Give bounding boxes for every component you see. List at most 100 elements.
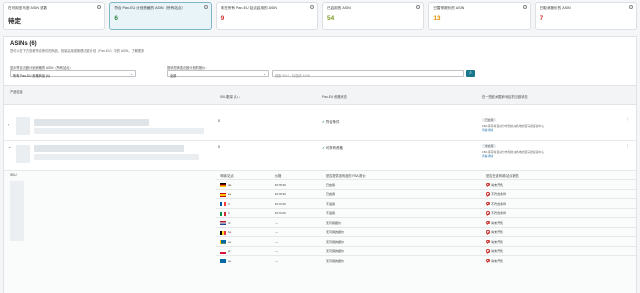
info-icon[interactable] bbox=[309, 5, 314, 9]
metric-card-cancelled[interactable]: 已取消报价的 ASIN 7 bbox=[534, 2, 637, 30]
more-icon[interactable]: ⋮ bbox=[626, 118, 630, 122]
market-row[interactable]: se — 无可用的报价 尚未开售 bbox=[216, 236, 636, 246]
col-sku-count[interactable]: SKU数量 (1) ↓ bbox=[220, 94, 240, 99]
metric-value: 54 bbox=[326, 15, 335, 22]
eligibility-status-label: 符合条件 bbox=[325, 120, 340, 124]
table-header: 产品信息 SKU数量 (1) ↓ Pan-EU 资格状态 在一些欧洲国家/地区的… bbox=[4, 85, 636, 105]
page-subtitle: 您可以在下方查看符合条件的商品，批量启用或管理泛欧计划（Pan-EU）中的 AS… bbox=[10, 49, 145, 53]
info-icon[interactable] bbox=[97, 5, 102, 9]
market-price: — bbox=[275, 249, 278, 253]
market-buyable: 尚未开售 bbox=[486, 249, 503, 253]
not-allowed-icon bbox=[486, 192, 490, 196]
market-prep: 不适用 bbox=[326, 211, 336, 215]
metric-card-total[interactable]: 在可用亚马逊 ASIN 总数 待定 bbox=[3, 2, 106, 30]
table-row[interactable]: ⌄ 0 ✓可享有资格 未启用 FBA 库存将自动分布到欧洲各地的亚马逊运营中心 … bbox=[4, 141, 636, 171]
flag-pl-icon bbox=[220, 249, 226, 254]
market-code: de bbox=[228, 182, 232, 187]
info-icon[interactable] bbox=[416, 5, 421, 9]
not-allowed-icon bbox=[486, 201, 490, 206]
info-icon[interactable] bbox=[203, 5, 208, 9]
market-price: €178.99 bbox=[275, 182, 286, 187]
product-title-redacted bbox=[34, 119, 149, 126]
market-code: pl bbox=[228, 249, 231, 253]
metric-value: 6 bbox=[114, 15, 118, 22]
market-prep: 无可用的报价 bbox=[326, 230, 345, 234]
market-code: nl bbox=[228, 220, 231, 225]
metric-card-eligible[interactable]: 符合 Pan-EU 计划资格的 ASIN（所有站点） 6 bbox=[109, 2, 212, 30]
search-input[interactable]: 搜索 SKU、标题或 ASIN bbox=[272, 70, 464, 78]
table-row[interactable]: › 0 ✓符合条件 已启用 FBA 库存将自动分布到欧洲各地的亚马逊运营中心 查… bbox=[4, 111, 636, 141]
market-buyable-label: 不符合条件 bbox=[491, 201, 507, 206]
details-link[interactable]: 查看详情 bbox=[482, 154, 493, 158]
sku-count: 0 bbox=[218, 145, 220, 149]
market-code: it bbox=[228, 211, 230, 215]
metric-label: 已取消报价的 ASIN bbox=[539, 6, 571, 10]
market-buyable: 尚未开售 bbox=[486, 230, 503, 234]
col-sku: SKU bbox=[10, 173, 17, 177]
info-icon[interactable] bbox=[628, 5, 633, 9]
chevron-down-icon: ⌄ bbox=[263, 72, 266, 76]
not-allowed-icon bbox=[486, 239, 490, 244]
flag-be-icon bbox=[220, 230, 226, 235]
not-allowed-icon bbox=[486, 258, 490, 263]
market-code: se bbox=[228, 258, 232, 263]
search-button[interactable]: ⌕ bbox=[466, 70, 475, 77]
market-row[interactable]: be — 无可用的报价 尚未开售 bbox=[216, 226, 636, 237]
metric-card-paused[interactable]: 已暂停报价的 ASIN 13 bbox=[428, 2, 531, 30]
col-pan-eu: Pan-EU 资格状态 bbox=[322, 95, 347, 99]
chevron-down-icon[interactable]: ⌄ bbox=[8, 144, 11, 149]
market-price: €170.00 bbox=[275, 211, 286, 215]
metric-label: 已启用的 ASIN bbox=[326, 6, 351, 10]
market-buyable: 尚未开售 bbox=[486, 239, 503, 244]
market-row[interactable]: es €178.99 已启用 不符合条件 bbox=[216, 188, 636, 199]
market-price: — bbox=[275, 230, 278, 234]
filter-eligibility-select[interactable]: 所有 Pan-EU 资格商品 (6) ⌄ bbox=[10, 70, 136, 78]
market-row[interactable]: it €170.00 不适用 不符合条件 bbox=[216, 207, 636, 218]
pan-eu-page: 在可用亚马逊 ASIN 总数 待定 符合 Pan-EU 计划资格的 ASIN（所… bbox=[0, 0, 640, 293]
metric-value: 待定 bbox=[8, 18, 21, 25]
product-meta-redacted bbox=[34, 128, 204, 134]
market-buyable-label: 尚未开售 bbox=[491, 258, 504, 263]
col-product[interactable]: 产品信息 bbox=[10, 89, 23, 94]
col-price: 价格 bbox=[275, 174, 282, 178]
metric-card-not-enabled[interactable]: 未在所有 Pan-EU 站点启用的 ASIN 9 bbox=[215, 2, 318, 30]
col-buyable: 是否在该商城/站点销售 bbox=[486, 174, 519, 178]
flag-de-icon bbox=[220, 183, 226, 187]
metric-value: 7 bbox=[539, 15, 544, 22]
search-icon: ⌕ bbox=[469, 70, 472, 75]
eligibility-status-label: 可享有资格 bbox=[325, 146, 343, 150]
sku-redacted bbox=[10, 181, 24, 241]
eligibility-status: ✓可享有资格 bbox=[322, 145, 343, 150]
market-price: €178.99 bbox=[275, 192, 286, 196]
status-badge: 已启用 bbox=[482, 118, 497, 122]
market-row[interactable]: se — 无可用的报价 尚未开售 bbox=[216, 255, 636, 265]
flag-nl-icon bbox=[220, 221, 226, 225]
marketplace-subtable: SKU 商城/站点 价格 是否提供该商品的 FBA 报价 是否在该商城/站点销售… bbox=[4, 171, 636, 293]
status-badge: 未启用 bbox=[482, 144, 497, 148]
flag-se-icon bbox=[220, 240, 226, 244]
details-link[interactable]: 查看详情 bbox=[482, 128, 493, 132]
info-icon[interactable] bbox=[522, 5, 527, 9]
market-buyable: 不符合条件 bbox=[486, 201, 507, 206]
market-row[interactable]: nl — 无可用报价 尚未开售 bbox=[216, 217, 636, 227]
metric-label: 符合 Pan-EU 计划资格的 ASIN（所有站点） bbox=[114, 6, 186, 10]
eligibility-status: ✓符合条件 bbox=[322, 119, 339, 124]
market-row[interactable]: pl — 无可用的报价 尚未开售 bbox=[216, 245, 636, 256]
metric-cards: 在可用亚马逊 ASIN 总数 待定 符合 Pan-EU 计划资格的 ASIN（所… bbox=[3, 2, 637, 30]
page-title: ASINs (6) bbox=[10, 41, 37, 47]
more-icon[interactable]: ⋮ bbox=[626, 144, 630, 148]
sku-count: 0 bbox=[218, 119, 220, 123]
filter-status-select[interactable]: 全部 ⌄ bbox=[167, 70, 269, 78]
market-buyable: 尚未开售 bbox=[486, 220, 503, 225]
product-image bbox=[16, 145, 30, 163]
market-buyable: 尚未开售 bbox=[486, 182, 503, 187]
market-code: be bbox=[228, 230, 232, 234]
flag-it-icon bbox=[220, 211, 226, 216]
market-row[interactable]: de €178.99 已启用 尚未开售 bbox=[216, 179, 636, 189]
market-prep: 不适用 bbox=[326, 201, 336, 206]
chevron-right-icon[interactable]: › bbox=[8, 122, 9, 127]
market-row[interactable]: fr €170.00 不适用 不符合条件 bbox=[216, 198, 636, 208]
market-buyable-label: 尚未开售 bbox=[491, 230, 504, 234]
metric-card-enabled[interactable]: 已启用的 ASIN 54 bbox=[321, 2, 425, 30]
not-allowed-icon bbox=[486, 220, 490, 225]
